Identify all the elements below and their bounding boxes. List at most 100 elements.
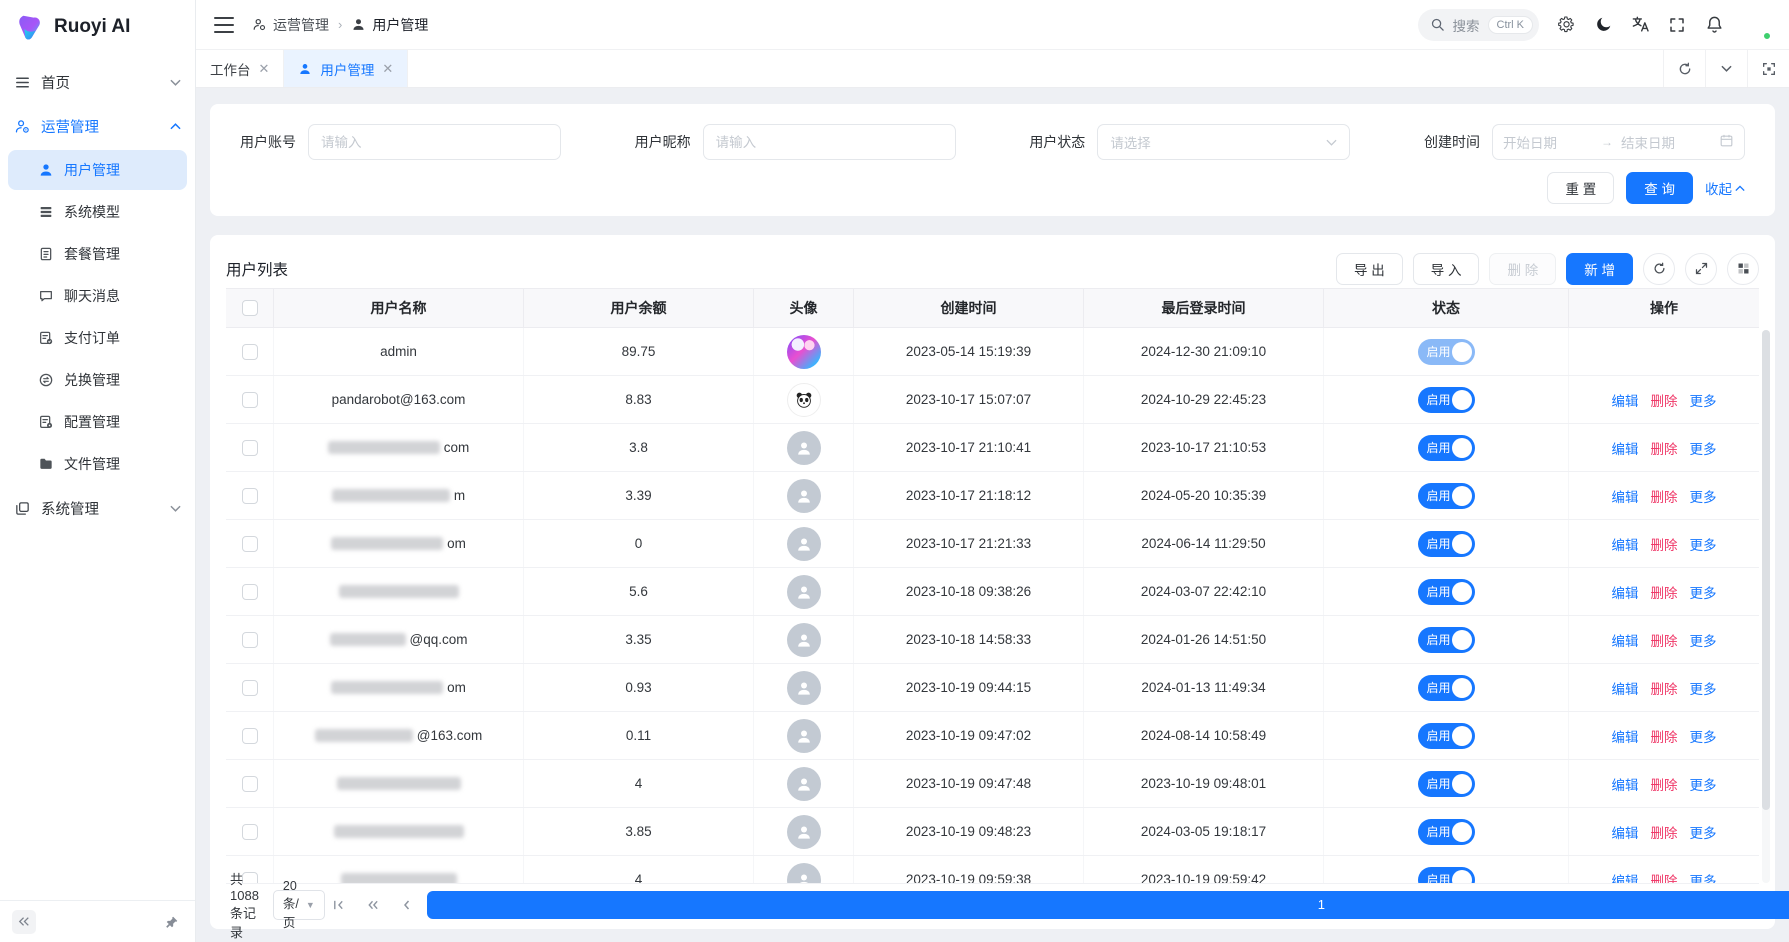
refresh-tab-icon[interactable]	[1663, 50, 1705, 87]
status-toggle[interactable]: 启用	[1418, 435, 1475, 461]
language-translate-icon[interactable]	[1630, 15, 1650, 35]
nickname-input[interactable]	[703, 124, 956, 160]
status-toggle[interactable]: 启用	[1418, 339, 1475, 365]
more-link[interactable]: 更多	[1690, 822, 1717, 842]
breadcrumb-item-users[interactable]: 用户管理	[351, 15, 428, 35]
pagination-prev-button[interactable]	[393, 891, 421, 919]
close-icon[interactable]: ✕	[382, 61, 393, 77]
table-fullscreen-icon[interactable]	[1685, 253, 1717, 285]
delete-button[interactable]: 删 除	[1489, 253, 1556, 285]
content-fullscreen-icon[interactable]	[1747, 50, 1789, 87]
sidebar-item-operations[interactable]: 运营管理	[0, 104, 195, 148]
sidebar-item-model[interactable]: 系统模型	[8, 192, 187, 232]
hamburger-menu-icon[interactable]	[214, 17, 234, 33]
row-checkbox[interactable]	[242, 536, 258, 552]
created-date-range[interactable]: 开始日期 → 结束日期	[1492, 124, 1745, 160]
delete-link[interactable]: 删除	[1651, 438, 1678, 458]
status-toggle[interactable]: 启用	[1418, 627, 1475, 653]
sidebar-item-order[interactable]: 支付订单	[8, 318, 187, 358]
edit-link[interactable]: 编辑	[1612, 726, 1639, 746]
pagination-first-button[interactable]	[325, 891, 353, 919]
row-checkbox[interactable]	[242, 488, 258, 504]
delete-link[interactable]: 删除	[1651, 678, 1678, 698]
pagination-page-button[interactable]: 1	[427, 891, 1789, 919]
dark-mode-moon-icon[interactable]	[1593, 15, 1613, 35]
more-link[interactable]: 更多	[1690, 582, 1717, 602]
row-checkbox[interactable]	[242, 440, 258, 456]
refresh-table-icon[interactable]	[1643, 253, 1675, 285]
more-link[interactable]: 更多	[1690, 726, 1717, 746]
more-link[interactable]: 更多	[1690, 390, 1717, 410]
status-toggle[interactable]: 启用	[1418, 579, 1475, 605]
edit-link[interactable]: 编辑	[1612, 870, 1639, 884]
edit-link[interactable]: 编辑	[1612, 774, 1639, 794]
fullscreen-icon[interactable]	[1667, 15, 1687, 35]
select-all-checkbox[interactable]	[242, 300, 258, 316]
notifications-bell-icon[interactable]	[1704, 15, 1724, 35]
tab-menu-chevron-icon[interactable]	[1705, 50, 1747, 87]
row-checkbox[interactable]	[242, 776, 258, 792]
delete-link[interactable]: 删除	[1651, 774, 1678, 794]
collapse-sidebar-button[interactable]	[12, 910, 36, 934]
edit-link[interactable]: 编辑	[1612, 582, 1639, 602]
delete-link[interactable]: 删除	[1651, 582, 1678, 602]
global-search[interactable]: 搜索 Ctrl K	[1418, 9, 1540, 41]
add-button[interactable]: 新 增	[1566, 253, 1633, 285]
delete-link[interactable]: 删除	[1651, 870, 1678, 884]
sidebar-item-exchange[interactable]: 兑换管理	[8, 360, 187, 400]
delete-link[interactable]: 删除	[1651, 630, 1678, 650]
status-toggle[interactable]: 启用	[1418, 771, 1475, 797]
edit-link[interactable]: 编辑	[1612, 390, 1639, 410]
delete-link[interactable]: 删除	[1651, 486, 1678, 506]
tab-user-management[interactable]: 用户管理✕	[284, 50, 408, 87]
sidebar-item-folder[interactable]: 文件管理	[8, 444, 187, 484]
status-toggle[interactable]: 启用	[1418, 723, 1475, 749]
delete-link[interactable]: 删除	[1651, 726, 1678, 746]
status-toggle[interactable]: 启用	[1418, 531, 1475, 557]
column-settings-icon[interactable]	[1727, 253, 1759, 285]
status-toggle[interactable]: 启用	[1418, 387, 1475, 413]
row-checkbox[interactable]	[242, 584, 258, 600]
breadcrumb-item-operations[interactable]: 运营管理	[252, 15, 329, 35]
import-button[interactable]: 导 入	[1413, 253, 1480, 285]
status-toggle[interactable]: 启用	[1418, 867, 1475, 884]
sidebar-item-user[interactable]: 用户管理	[8, 150, 187, 190]
delete-link[interactable]: 删除	[1651, 822, 1678, 842]
row-checkbox[interactable]	[242, 632, 258, 648]
row-checkbox[interactable]	[242, 824, 258, 840]
sidebar-item-chat[interactable]: 聊天消息	[8, 276, 187, 316]
tab-workbench[interactable]: 工作台✕	[196, 50, 284, 87]
sidebar-item-home[interactable]: 首页	[0, 60, 195, 104]
pagination-prev-group-button[interactable]	[359, 891, 387, 919]
sidebar-item-config[interactable]: 配置管理	[8, 402, 187, 442]
page-size-select[interactable]: 20条/页 ▼	[273, 890, 325, 920]
more-link[interactable]: 更多	[1690, 678, 1717, 698]
user-avatar[interactable]	[1741, 10, 1771, 40]
edit-link[interactable]: 编辑	[1612, 630, 1639, 650]
sidebar-item-package[interactable]: 套餐管理	[8, 234, 187, 274]
close-icon[interactable]: ✕	[259, 61, 270, 77]
collapse-filter-link[interactable]: 收起	[1705, 178, 1745, 198]
scrollbar-thumb[interactable]	[1762, 330, 1770, 810]
reset-button[interactable]: 重 置	[1547, 172, 1614, 204]
search-button[interactable]: 查 询	[1626, 172, 1693, 204]
more-link[interactable]: 更多	[1690, 774, 1717, 794]
edit-link[interactable]: 编辑	[1612, 486, 1639, 506]
status-select[interactable]: 请选择	[1097, 124, 1350, 160]
row-checkbox[interactable]	[242, 344, 258, 360]
status-toggle[interactable]: 启用	[1418, 819, 1475, 845]
row-checkbox[interactable]	[242, 680, 258, 696]
edit-link[interactable]: 编辑	[1612, 534, 1639, 554]
more-link[interactable]: 更多	[1690, 630, 1717, 650]
more-link[interactable]: 更多	[1690, 870, 1717, 884]
row-checkbox[interactable]	[242, 728, 258, 744]
export-button[interactable]: 导 出	[1336, 253, 1403, 285]
edit-link[interactable]: 编辑	[1612, 438, 1639, 458]
sidebar-item-system[interactable]: 系统管理	[0, 486, 195, 530]
more-link[interactable]: 更多	[1690, 438, 1717, 458]
account-input[interactable]	[308, 124, 561, 160]
settings-gear-icon[interactable]	[1556, 15, 1576, 35]
table-scrollbar[interactable]	[1762, 330, 1770, 883]
edit-link[interactable]: 编辑	[1612, 822, 1639, 842]
status-toggle[interactable]: 启用	[1418, 483, 1475, 509]
